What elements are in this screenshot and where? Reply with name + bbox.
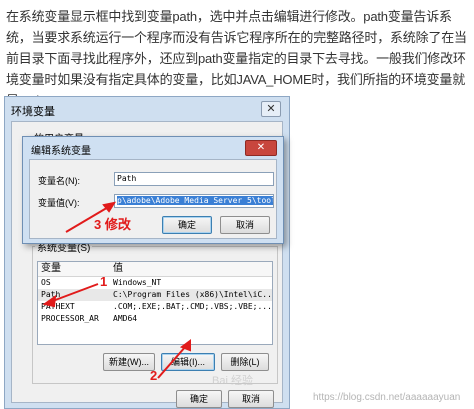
- variable-value: Windows_NT: [113, 278, 162, 287]
- variable-name-field[interactable]: Path: [114, 172, 274, 186]
- env-ok-button[interactable]: 确定: [176, 390, 222, 408]
- list-header: 变量 值: [38, 262, 272, 277]
- annotation-step-1: 1: [100, 274, 108, 289]
- table-row[interactable]: OS Windows_NT: [38, 277, 272, 289]
- blog-watermark: https://blog.csdn.net/aaaaaayuan: [313, 392, 461, 403]
- annotation-step-2: 2: [150, 368, 158, 383]
- edit-dialog-title: 编辑系统变量: [31, 146, 91, 157]
- variable-name: PROCESSOR_AR: [41, 314, 99, 323]
- table-row[interactable]: PROCESSOR_AR AMD64: [38, 313, 272, 325]
- system-variables-group: 系统变量(S) 变量 值 OS Windows_NT Path C:\Progr…: [32, 239, 278, 384]
- center-watermark: Bai 经验: [212, 375, 253, 387]
- system-variables-list[interactable]: 变量 值 OS Windows_NT Path C:\Program Files…: [37, 261, 273, 345]
- variable-value: AMD64: [113, 314, 138, 323]
- close-icon[interactable]: ✕: [245, 140, 277, 156]
- env-window-title: 环境变量: [11, 106, 55, 118]
- variable-value-field[interactable]: p\adobe\Adobe Media Server 5\tools;: [114, 194, 274, 208]
- variable-name-label: 变量名(N):: [38, 176, 80, 186]
- annotation-step-3: 3 修改: [94, 217, 131, 232]
- variable-value-text: p\adobe\Adobe Media Server 5\tools;: [117, 196, 273, 205]
- env-cancel-button[interactable]: 取消: [228, 390, 274, 408]
- variable-name: Path: [41, 290, 61, 299]
- variable-value-label: 变量值(V):: [38, 198, 80, 208]
- column-header-value[interactable]: 值: [110, 262, 272, 276]
- table-row[interactable]: PATHEXT .COM;.EXE;.BAT;.CMD;.VBS;.VBE;..…: [38, 301, 272, 313]
- edit-ok-button[interactable]: 确定: [162, 216, 212, 234]
- variable-value: .COM;.EXE;.BAT;.CMD;.VBS;.VBE;...: [113, 302, 272, 311]
- delete-button[interactable]: 删除(L): [221, 353, 269, 371]
- edit-system-variable-dialog: 编辑系统变量 ✕ 变量名(N): Path 变量值(V): p\adobe\Ad…: [22, 136, 284, 244]
- edit-button[interactable]: 编辑(I)...: [161, 353, 215, 371]
- edit-dialog-body: 变量名(N): Path 变量值(V): p\adobe\Adobe Media…: [29, 159, 277, 239]
- variable-name: PATHEXT: [41, 302, 75, 311]
- close-icon[interactable]: ✕: [261, 101, 281, 117]
- edit-cancel-button[interactable]: 取消: [220, 216, 270, 234]
- new-button[interactable]: 新建(W)...: [103, 353, 155, 371]
- table-row-path-selected[interactable]: Path C:\Program Files (x86)\Intel\iC...: [38, 289, 272, 301]
- variable-value: C:\Program Files (x86)\Intel\iC...: [113, 290, 272, 299]
